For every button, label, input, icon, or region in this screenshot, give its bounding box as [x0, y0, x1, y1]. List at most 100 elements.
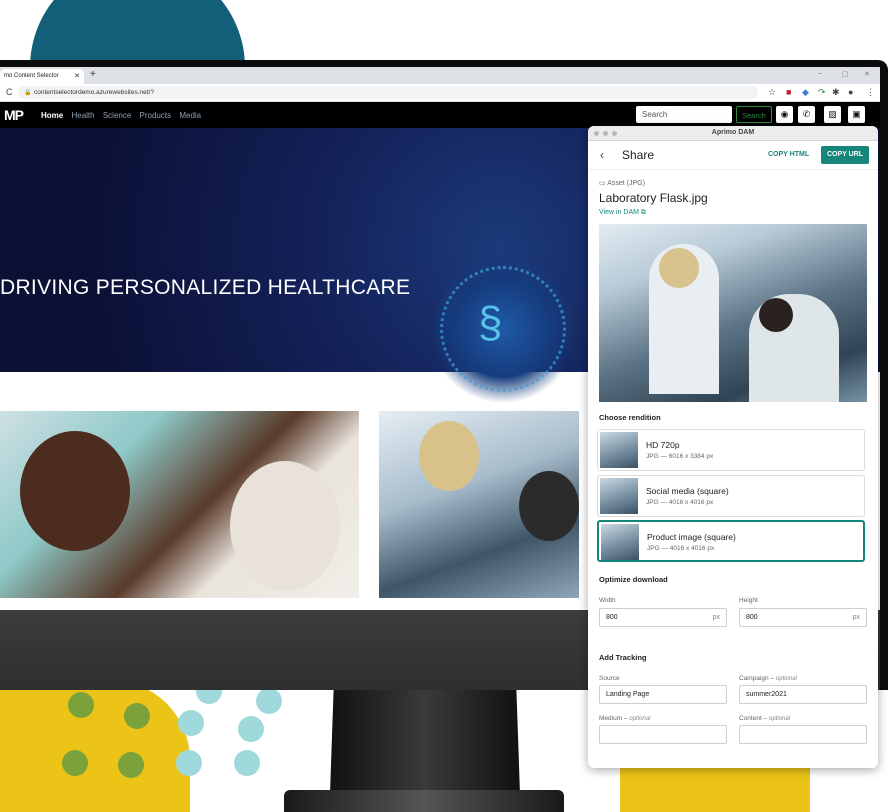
content-label: Content – optional [739, 715, 791, 722]
optimize-download-label: Optimize download [599, 575, 668, 584]
rendition-name: Product image (square) [647, 532, 736, 542]
monitor-stand-base [284, 790, 564, 812]
asset-preview-image [599, 224, 867, 402]
browser-tab[interactable]: mo Content Selector ✕ [0, 69, 84, 84]
lab-photo[interactable] [379, 411, 579, 598]
site-logo[interactable]: MP [4, 107, 24, 123]
rendition-option[interactable]: HD 720p JPG — 6016 x 3384 px [597, 429, 865, 471]
rendition-name: HD 720p [646, 440, 680, 450]
profile-icon[interactable]: ● [848, 87, 853, 97]
height-input[interactable]: 800 px [739, 608, 867, 627]
close-window-icon[interactable]: ✕ [864, 70, 870, 78]
choose-rendition-label: Choose rendition [599, 413, 661, 422]
rendition-thumbnail [600, 478, 638, 514]
rendition-meta: JPG — 4016 x 4016 px [646, 499, 714, 506]
optional-tag: optional [769, 716, 791, 722]
image-icon[interactable]: ▨ [824, 106, 841, 123]
menu-icon[interactable]: ⋮ [866, 87, 875, 98]
rendition-thumbnail [601, 524, 639, 560]
site-search-input[interactable]: Search [636, 106, 732, 123]
minimize-icon[interactable]: – [818, 70, 822, 77]
medium-label-text: Medium [599, 715, 623, 722]
photo-shape [20, 431, 130, 551]
nav-links: Home Health Science Products Media [41, 111, 207, 120]
phone-icon[interactable]: ✆ [798, 106, 815, 123]
green-dot [124, 703, 150, 729]
site-search-button[interactable]: Search [736, 106, 772, 123]
external-link-icon: ⧉ [640, 209, 646, 216]
globe-icon[interactable]: ◉ [776, 106, 793, 123]
height-label: Height [739, 597, 758, 604]
medium-label: Medium – optional [599, 715, 651, 722]
photo-shape [519, 471, 579, 541]
content-label-text: Content [739, 715, 762, 722]
rendition-meta: JPG — 4016 x 4016 px [647, 545, 715, 552]
tab-strip: mo Content Selector ✕ + – ▢ ✕ [0, 67, 880, 84]
width-value: 800 [606, 614, 618, 621]
site-nav: MP Home Health Science Products Media Se… [0, 102, 880, 128]
source-input[interactable]: Landing Page [599, 685, 727, 704]
hero-ring [440, 266, 566, 392]
address-bar: C 🔒 contentselectordemo.azurewebsites.ne… [0, 84, 880, 102]
nurse-photo[interactable] [0, 411, 359, 598]
green-dot [118, 752, 144, 778]
yellow-shape-left [0, 680, 190, 812]
view-in-dam-label: View in DAM [599, 209, 639, 216]
file-icon: ▭ [599, 180, 606, 187]
asset-type-label: Asset (JPG) [607, 180, 645, 187]
height-value: 800 [746, 614, 758, 621]
teal-dot [234, 750, 260, 776]
optional-tag: optional [775, 676, 797, 682]
teal-dot [178, 710, 204, 736]
campaign-label: Campaign – optional [739, 675, 797, 682]
nav-media[interactable]: Media [179, 111, 201, 120]
extension-icon[interactable]: ↷ [818, 87, 826, 98]
panel-window-title: Aprimo DAM [711, 129, 755, 136]
reload-icon[interactable]: C [6, 87, 13, 97]
maximize-icon[interactable]: ▢ [842, 70, 849, 78]
back-icon[interactable]: ‹ [600, 148, 604, 162]
share-title: Share [622, 148, 655, 162]
nav-health[interactable]: Health [71, 111, 94, 120]
width-input[interactable]: 800 px [599, 608, 727, 627]
nav-science[interactable]: Science [103, 111, 131, 120]
new-tab-icon[interactable]: + [90, 69, 96, 80]
rendition-thumbnail [600, 432, 638, 468]
width-label: Width [599, 597, 616, 604]
copy-url-button[interactable]: COPY URL [821, 146, 869, 164]
copy-html-button[interactable]: COPY HTML [768, 151, 809, 158]
user-icon[interactable]: ▣ [848, 106, 865, 123]
rendition-option-selected[interactable]: Product image (square) JPG — 4016 x 4016… [597, 520, 865, 562]
close-tab-icon[interactable]: ✕ [74, 72, 80, 80]
photo-shape [659, 248, 699, 288]
medium-input[interactable] [599, 725, 727, 744]
monitor-stand [330, 684, 520, 794]
photo-shape [419, 421, 479, 491]
campaign-input[interactable]: summer2021 [739, 685, 867, 704]
url-field[interactable]: 🔒 contentselectordemo.azurewebsites.net/… [18, 86, 758, 99]
aprimo-share-panel: Aprimo DAM ‹ Share COPY HTML COPY URL ▭ … [588, 126, 878, 768]
rendition-meta: JPG — 6016 x 3384 px [646, 453, 714, 460]
hero-title: DRIVING PERSONALIZED HEALTHCARE [0, 276, 411, 299]
rendition-option[interactable]: Social media (square) JPG — 4016 x 4016 … [597, 475, 865, 517]
width-unit: px [712, 614, 720, 621]
nav-home[interactable]: Home [41, 111, 63, 120]
green-dot [62, 750, 88, 776]
content-input[interactable] [739, 725, 867, 744]
lock-icon: 🔒 [24, 90, 32, 96]
teal-dot [238, 716, 264, 742]
green-dot [68, 692, 94, 718]
source-label: Source [599, 675, 620, 682]
nav-products[interactable]: Products [140, 111, 172, 120]
asset-name: Laboratory Flask.jpg [599, 191, 708, 205]
extension-icon[interactable]: ■ [786, 87, 791, 97]
panel-titlebar: Aprimo DAM [588, 126, 878, 141]
extension-icon[interactable]: ◆ [802, 87, 809, 98]
url-text: contentselectordemo.azurewebsites.net/? [34, 89, 154, 96]
puzzle-icon[interactable]: ✱ [832, 87, 840, 98]
teal-dot [256, 688, 282, 714]
view-in-dam-link[interactable]: View in DAM ⧉ [599, 209, 646, 217]
asset-type: ▭ Asset (JPG) [599, 179, 645, 187]
star-icon[interactable]: ☆ [768, 87, 776, 98]
height-unit: px [852, 614, 860, 621]
